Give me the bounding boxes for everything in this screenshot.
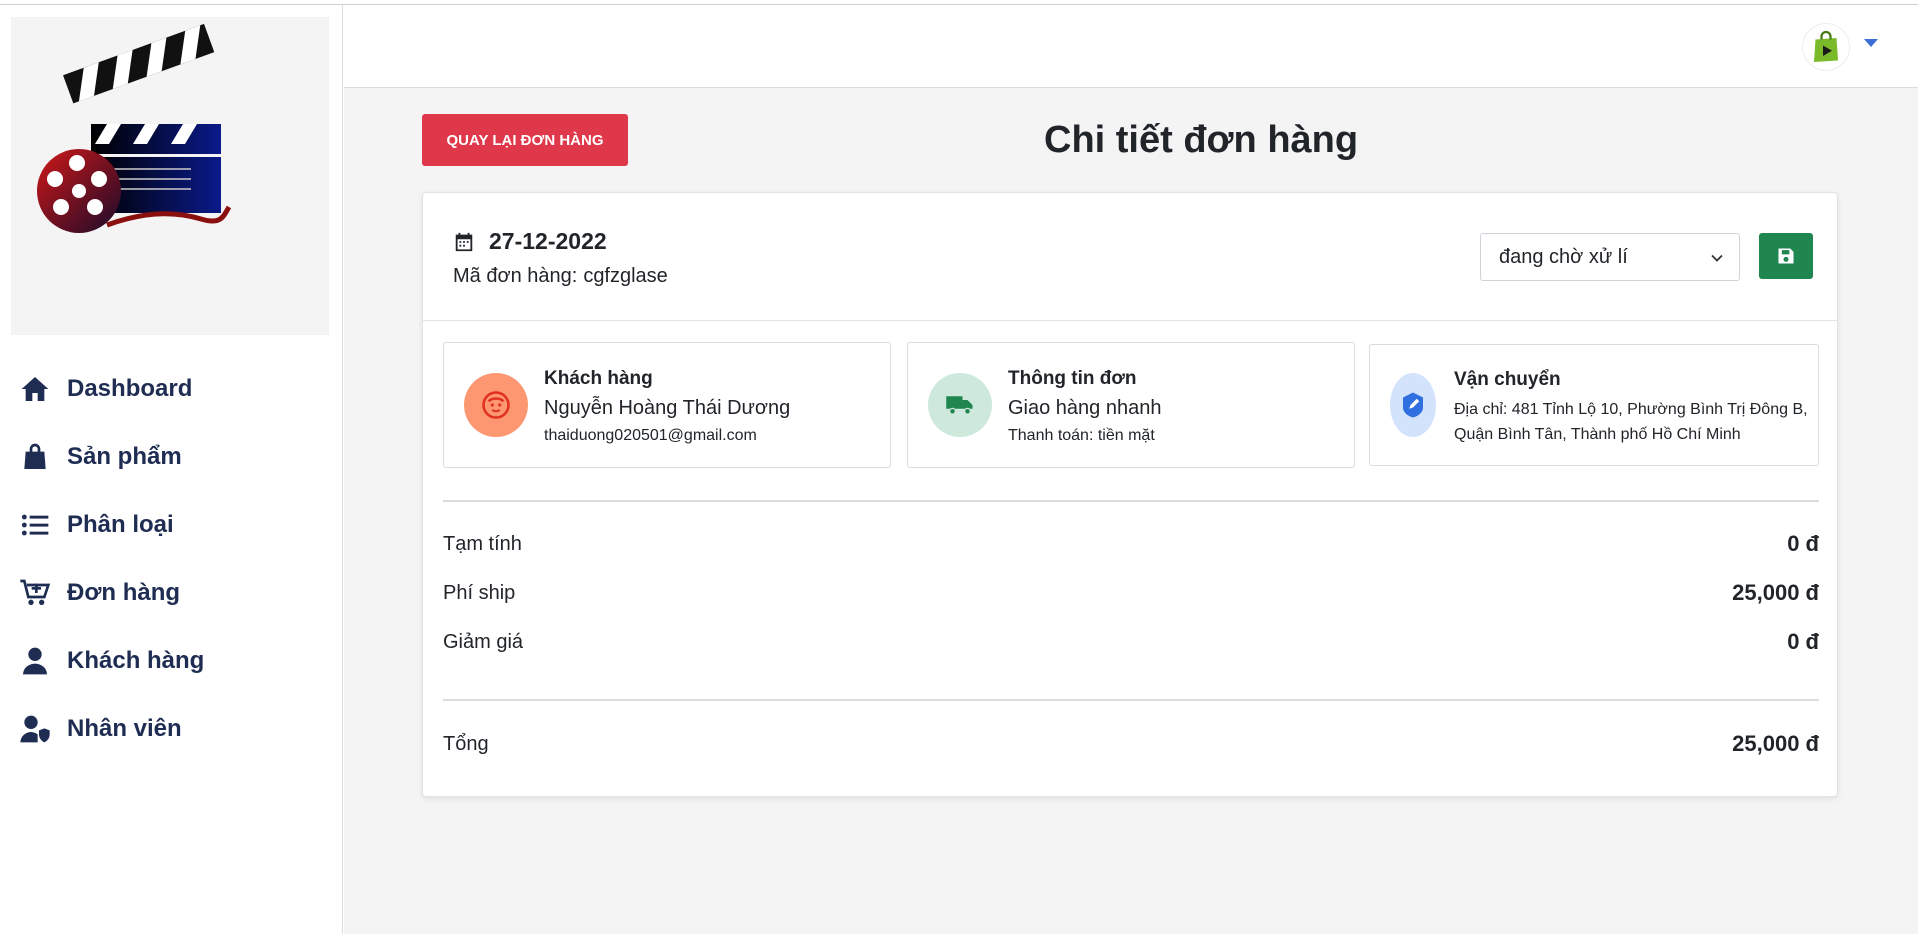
floppy-disk-icon [1778, 248, 1794, 264]
order-info-circle [928, 373, 992, 437]
discount-label: Giảm giá [443, 630, 524, 653]
divider [443, 699, 1819, 701]
shipping-method: Giao hàng nhanh [1008, 397, 1162, 419]
divider [443, 500, 1819, 502]
shipping-fee-value: 25,000 đ [1732, 580, 1819, 605]
customer-title: Khách hàng [544, 368, 653, 389]
shipping-info-box: Vận chuyển Địa chỉ: 481 Tỉnh Lộ 10, Phườ… [1369, 344, 1819, 466]
sidebar-item-dashboard[interactable]: Dashboard [0, 355, 343, 423]
total-value: 25,000 đ [1732, 731, 1819, 756]
shipping-fee-label: Phí ship [443, 581, 516, 604]
chevron-down-icon [1711, 254, 1723, 262]
customer-avatar-circle [464, 373, 528, 437]
customer-email: thaiduong020501@gmail.com [544, 427, 757, 444]
order-date-text: 27-12-2022 [489, 228, 607, 254]
order-date: 27-12-2022 [453, 228, 607, 255]
save-button[interactable] [1759, 233, 1813, 279]
order-code: Mã đơn hàng: cgfzglase [453, 265, 668, 288]
order-code-value: cgfzglase [583, 265, 668, 287]
sidebar-nav: Dashboard Sản phẩm Phân loại Đơn hàng Kh… [0, 355, 343, 763]
list-icon [18, 508, 52, 542]
order-info-title: Thông tin đơn [1008, 368, 1137, 389]
sidebar-item-label: Đơn hàng [67, 579, 181, 606]
shipping-circle [1390, 373, 1436, 437]
user-face-icon [482, 391, 510, 419]
user-shield-icon [18, 712, 52, 746]
user-icon [18, 644, 52, 678]
total-row: Tổng 25,000 đ [443, 731, 1819, 757]
clapperboard-logo-icon [37, 23, 232, 233]
order-detail-card: 27-12-2022 Mã đơn hàng: cgfzglase đang c… [422, 192, 1838, 797]
top-bar [344, 5, 1918, 88]
shipping-address: Địa chỉ: 481 Tỉnh Lộ 10, Phường Bình Trị… [1454, 401, 1808, 443]
sidebar: Dashboard Sản phẩm Phân loại Đơn hàng Kh… [0, 5, 343, 934]
sidebar-item-staff[interactable]: Nhân viên [0, 695, 343, 763]
truck-icon [946, 396, 973, 415]
status-select-value: đang chờ xử lí [1499, 245, 1628, 268]
discount-row: Giảm giá 0 đ [443, 629, 1819, 655]
cart-plus-icon [18, 576, 52, 610]
order-info-box: Thông tin đơn Giao hàng nhanh Thanh toán… [907, 342, 1355, 468]
avatar[interactable] [1802, 23, 1850, 71]
page-title: Chi tiết đơn hàng [1044, 119, 1359, 161]
sidebar-item-customers[interactable]: Khách hàng [0, 627, 343, 695]
total-label: Tổng [443, 732, 489, 755]
sidebar-item-label: Nhân viên [67, 715, 182, 742]
discount-value: 0 đ [1787, 629, 1819, 654]
sidebar-item-label: Dashboard [67, 375, 193, 402]
main-content: QUAY LẠI ĐƠN HÀNG Chi tiết đơn hàng 27-1… [344, 5, 1918, 934]
app-logo[interactable] [11, 17, 329, 335]
sidebar-item-categories[interactable]: Phân loại [0, 491, 343, 559]
calendar-icon [453, 231, 475, 253]
shipping-title: Vận chuyển [1454, 369, 1561, 390]
home-icon [18, 372, 52, 406]
sidebar-item-orders[interactable]: Đơn hàng [0, 559, 343, 627]
back-to-orders-button[interactable]: QUAY LẠI ĐƠN HÀNG [422, 114, 628, 166]
subtotal-value: 0 đ [1787, 531, 1819, 556]
shopping-bag-icon [18, 440, 52, 474]
customer-name: Nguyễn Hoàng Thái Dương [544, 397, 791, 419]
sidebar-item-label: Khách hàng [67, 647, 205, 674]
customer-info-box: Khách hàng Nguyễn Hoàng Thái Dương thaid… [443, 342, 891, 468]
sidebar-item-label: Phân loại [67, 511, 174, 538]
status-select[interactable]: đang chờ xử lí [1480, 233, 1740, 281]
location-pin-icon [1403, 392, 1423, 418]
subtotal-label: Tạm tính [443, 532, 522, 555]
payment-method: Thanh toán: tiền mặt [1008, 427, 1155, 444]
shipping-fee-row: Phí ship 25,000 đ [443, 580, 1819, 606]
sidebar-item-label: Sản phẩm [67, 443, 182, 470]
shop-bag-avatar-icon [1814, 30, 1838, 62]
order-code-label: Mã đơn hàng: [453, 265, 578, 287]
order-header: 27-12-2022 Mã đơn hàng: cgfzglase đang c… [423, 193, 1837, 321]
chevron-down-icon[interactable] [1864, 39, 1878, 47]
sidebar-item-products[interactable]: Sản phẩm [0, 423, 343, 491]
subtotal-row: Tạm tính 0 đ [443, 531, 1819, 557]
